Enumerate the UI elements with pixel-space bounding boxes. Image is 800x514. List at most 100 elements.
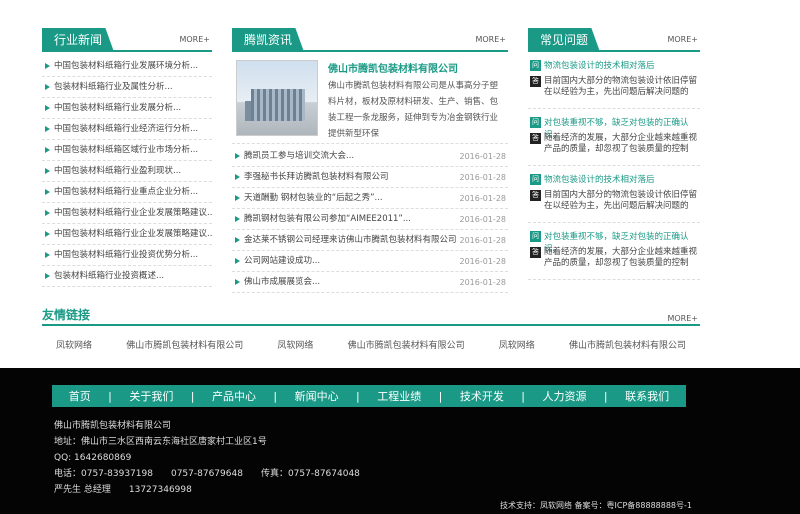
friend-link[interactable]: 佛山市腾凯包装材料有限公司 xyxy=(126,338,243,351)
list-item-label[interactable]: 中国包装材料纸箱行业企业发展策略建议... xyxy=(54,208,212,218)
list-item[interactable]: 中国包装材料纸箱行业投资优势分析... xyxy=(42,245,212,266)
nav-separator: | xyxy=(108,389,112,403)
footer-contact: 严先生 总经理 xyxy=(54,485,111,495)
nav-hr[interactable]: 人力资源 xyxy=(542,388,586,404)
nav-products[interactable]: 产品中心 xyxy=(212,388,256,404)
news-item-label[interactable]: 腾凯钢材包装有限公司参加“AIMEE2011”... xyxy=(244,214,411,224)
faq-item[interactable]: 问物流包装设计的技术相对落后 答目前国内大部分的物流包装设计依旧停留在以经验为主… xyxy=(528,52,700,109)
nav-projects[interactable]: 工程业绩 xyxy=(377,388,421,404)
faq-question[interactable]: 对包装重视不够，缺乏对包装的正确认识。 xyxy=(544,231,698,254)
news-date: 2016-01-28 xyxy=(459,152,507,161)
links-row: 凤软网络 佛山市腾凯包装材料有限公司 凤软网络 佛山市腾凯包装材料有限公司 凤软… xyxy=(42,326,700,351)
answer-badge-icon: 答 xyxy=(530,133,541,144)
list-item[interactable]: 中国包装材料纸箱行业企业发展策略建议... xyxy=(42,203,212,224)
list-item-label[interactable]: 中国包装材料纸箱行业企业发展策略建议... xyxy=(54,229,212,239)
nav-about[interactable]: 关于我们 xyxy=(129,388,173,404)
news-item[interactable]: 腾凯员工参与培训交流大会... 2016-01-28 xyxy=(232,146,508,167)
list-item-label[interactable]: 中国包装材料纸箱区域行业市场分析... xyxy=(54,145,198,155)
friend-link[interactable]: 佛山市腾凯包装材料有限公司 xyxy=(569,338,686,351)
nav-separator: | xyxy=(190,389,195,403)
featured-article[interactable]: 佛山市腾凯包装材料有限公司 佛山市腾凯包装材料有限公司是从事高分子塑料片材，板材… xyxy=(232,52,508,144)
list-item[interactable]: 包装材料纸箱行业及属性分析... xyxy=(42,77,212,98)
news-item-label[interactable]: 佛山市成展展览会... xyxy=(244,277,320,287)
friend-link[interactable]: 凤软网络 xyxy=(56,338,92,351)
faq-panel: 常见问题 MORE+ 问物流包装设计的技术相对落后 答目前国内大部分的物流包装设… xyxy=(528,28,700,280)
nav-separator: | xyxy=(273,389,278,403)
nav-separator: | xyxy=(603,389,608,403)
list-item-label[interactable]: 中国包装材料纸箱行业经济运行分析... xyxy=(54,124,198,134)
nav-home[interactable]: 首页 xyxy=(69,388,91,404)
footer-info: 佛山市腾凯包装材料有限公司 地址：佛山市三水区西南云东海社区唐家村工业区1号 Q… xyxy=(54,418,378,498)
news-item-label[interactable]: 李强秘书长拜访腾凯包装材料有限公司 xyxy=(244,172,389,182)
list-item[interactable]: 中国包装材料纸箱行业重点企业分析... xyxy=(42,182,212,203)
news-date: 2016-01-28 xyxy=(459,278,507,287)
news-item[interactable]: 金达莱不锈钢公司经理来访佛山市腾凯包装材料有限公司 2016-01-28 xyxy=(232,230,508,251)
more-link[interactable]: MORE+ xyxy=(475,35,506,44)
more-link[interactable]: MORE+ xyxy=(667,35,698,44)
faq-item[interactable]: 问物流包装设计的技术相对落后 答目前国内大部分的物流包装设计依旧停留在以经验为主… xyxy=(528,166,700,223)
company-news-panel: 腾凯资讯 MORE+ 佛山市腾凯包装材料有限公司 佛山市腾凯包装材料有限公司是从… xyxy=(232,28,508,293)
more-link[interactable]: MORE+ xyxy=(179,35,210,44)
news-item[interactable]: 腾凯钢材包装有限公司参加“AIMEE2011”... 2016-01-28 xyxy=(232,209,508,230)
nav-contact[interactable]: 联系我们 xyxy=(625,388,669,404)
more-link[interactable]: MORE+ xyxy=(667,314,698,323)
list-item-label[interactable]: 包装材料纸箱行业及属性分析... xyxy=(54,82,173,92)
faq-question[interactable]: 对包装重视不够，缺乏对包装的正确认识。 xyxy=(544,117,698,140)
news-item-label[interactable]: 天道酬勤 钢材包装业的“后起之秀”... xyxy=(244,193,383,203)
friend-links-section: 友情链接 MORE+ 凤软网络 佛山市腾凯包装材料有限公司 凤软网络 佛山市腾凯… xyxy=(42,306,700,351)
question-badge-icon: 问 xyxy=(530,117,541,128)
news-date: 2016-01-28 xyxy=(459,173,507,182)
friend-link[interactable]: 凤软网络 xyxy=(277,338,313,351)
list-item[interactable]: 中国包装材料纸箱行业经济运行分析... xyxy=(42,119,212,140)
footer-mobile: 13727346998 xyxy=(128,485,192,495)
footer-contact-row: 严先生 总经理 13727346998 xyxy=(54,482,378,498)
list-item-label[interactable]: 中国包装材料纸箱行业重点企业分析... xyxy=(54,187,198,197)
list-item-label[interactable]: 包装材料纸箱行业投资概述... xyxy=(54,271,164,281)
footer-phone: 电话：0757-83937198 xyxy=(54,469,153,479)
list-item-label[interactable]: 中国包装材料纸箱行业发展环境分析... xyxy=(54,61,198,71)
footer-bottom: 技术支持：凤软网络 备案号：粤ICP备88888888号-1 xyxy=(499,501,692,510)
list-item[interactable]: 中国包装材料纸箱区域行业市场分析... xyxy=(42,140,212,161)
list-item[interactable]: 中国包装材料纸箱行业企业发展策略建议... xyxy=(42,224,212,245)
list-item[interactable]: 中国包装材料纸箱行业发展分析... xyxy=(42,98,212,119)
question-badge-icon: 问 xyxy=(530,174,541,185)
list-item[interactable]: 中国包装材料纸箱行业发展环境分析... xyxy=(42,56,212,77)
list-item[interactable]: 包装材料纸箱行业投资概述... xyxy=(42,266,212,287)
question-badge-icon: 问 xyxy=(530,60,541,71)
footer-company: 佛山市腾凯包装材料有限公司 xyxy=(54,421,172,431)
list-item-label[interactable]: 中国包装材料纸箱行业投资优势分析... xyxy=(54,250,198,260)
faq-question[interactable]: 物流包装设计的技术相对落后 xyxy=(544,60,698,72)
faq-item[interactable]: 问对包装重视不够，缺乏对包装的正确认识。 答随着经济的发展，大部分企业越来越重视… xyxy=(528,109,700,166)
faq-answer: 随着经济的发展，大部分企业越来越重视产品的质量，却忽视了包装质量的控制 xyxy=(544,133,698,154)
news-item-label[interactable]: 金达莱不锈钢公司经理来访佛山市腾凯包装材料有限公司 xyxy=(244,235,457,245)
question-badge-icon: 问 xyxy=(530,231,541,242)
news-date: 2016-01-28 xyxy=(459,257,507,266)
news-item[interactable]: 公司网站建设成功... 2016-01-28 xyxy=(232,251,508,272)
news-item[interactable]: 李强秘书长拜访腾凯包装材料有限公司 2016-01-28 xyxy=(232,167,508,188)
footer-address: 地址：佛山市三水区西南云东海社区唐家村工业区1号 xyxy=(54,437,267,447)
footer-phone2: 0757-87679648 xyxy=(170,469,243,479)
friend-link[interactable]: 凤软网络 xyxy=(499,338,535,351)
friend-link[interactable]: 佛山市腾凯包装材料有限公司 xyxy=(348,338,465,351)
featured-building-image[interactable] xyxy=(236,60,318,136)
list-item[interactable]: 中国包装材料纸箱行业盈利现状... xyxy=(42,161,212,182)
footer-phones: 电话：0757-83937198 0757-87679648 传真：0757-876… xyxy=(54,466,378,482)
panel-header: 腾凯资讯 MORE+ xyxy=(232,28,508,52)
answer-badge-icon: 答 xyxy=(530,190,541,201)
news-item[interactable]: 佛山市成展展览会... 2016-01-28 xyxy=(232,272,508,293)
nav-news[interactable]: 新闻中心 xyxy=(295,388,339,404)
list-item-label[interactable]: 中国包装材料纸箱行业发展分析... xyxy=(54,103,181,113)
nav-tech[interactable]: 技术开发 xyxy=(460,388,504,404)
featured-title[interactable]: 佛山市腾凯包装材料有限公司 xyxy=(328,60,458,75)
faq-item[interactable]: 问对包装重视不够，缺乏对包装的正确认识。 答随着经济的发展，大部分企业越来越重视… xyxy=(528,223,700,280)
faq-question[interactable]: 物流包装设计的技术相对落后 xyxy=(544,174,698,186)
news-item[interactable]: 天道酬勤 钢材包装业的“后起之秀”... 2016-01-28 xyxy=(232,188,508,209)
news-item-label[interactable]: 腾凯员工参与培训交流大会... xyxy=(244,151,354,161)
links-header: 友情链接 MORE+ xyxy=(42,306,700,326)
news-item-label[interactable]: 公司网站建设成功... xyxy=(244,256,320,266)
company-news-title: 腾凯资讯 xyxy=(232,28,305,52)
faq-answer: 目前国内大部分的物流包装设计依旧停留在以经验为主，先出问题后解决问题的 xyxy=(544,190,698,211)
list-item-label[interactable]: 中国包装材料纸箱行业盈利现状... xyxy=(54,166,181,176)
answer-badge-icon: 答 xyxy=(530,76,541,87)
panel-header: 行业新闻 MORE+ xyxy=(42,28,212,52)
